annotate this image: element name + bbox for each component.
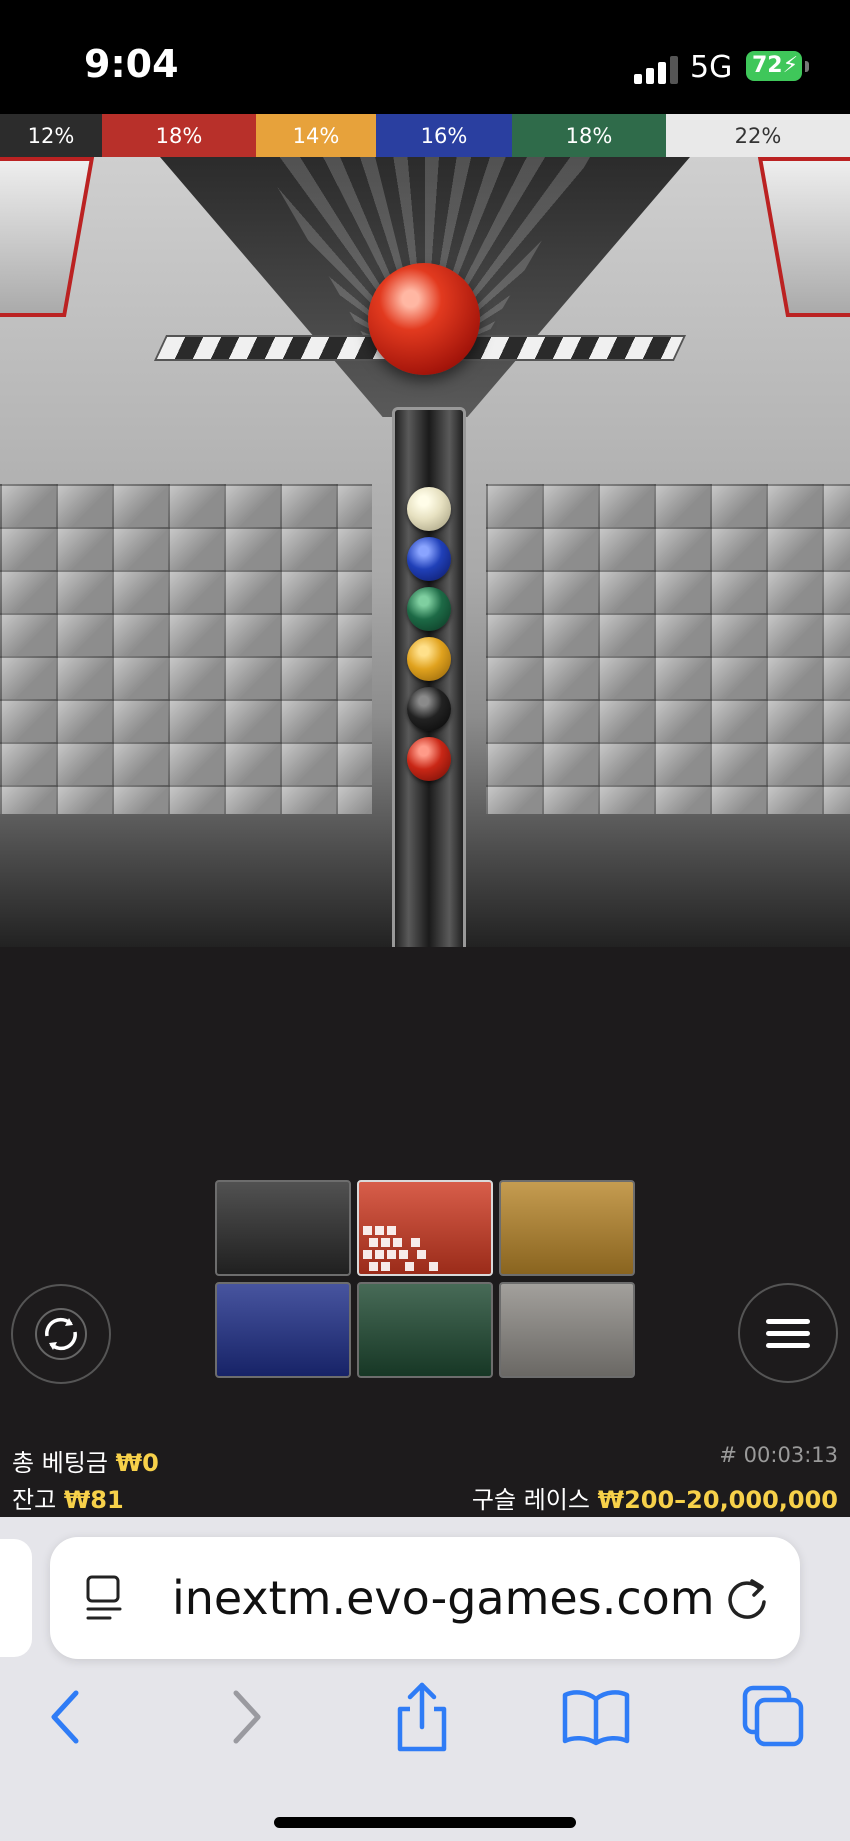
limits-value: ₩200–20,000,000	[597, 1486, 838, 1514]
round-id: # 00:03:13	[719, 1443, 838, 1467]
bet-black[interactable]	[215, 1180, 351, 1276]
table-limits: 구슬 레이스 ₩200–20,000,000	[472, 1480, 838, 1515]
game-panel: 총 베팅금 ₩0 잔고 ₩81 # 00:03:13 구슬 레이스 ₩200–2…	[0, 947, 850, 1517]
page-menu-icon[interactable]	[84, 1573, 128, 1623]
bet-red[interactable]	[357, 1180, 493, 1276]
live-video-stream	[0, 157, 850, 947]
battery-level: 72	[752, 53, 783, 78]
tabs-button[interactable]	[738, 1681, 810, 1753]
bet-yellow[interactable]	[499, 1180, 635, 1276]
cellular-signal-icon	[634, 54, 678, 84]
odds-cell: 14%	[256, 114, 376, 157]
bet-blue[interactable]	[215, 1282, 351, 1378]
forward-button[interactable]	[212, 1681, 284, 1753]
battery-tip	[805, 61, 809, 72]
url-text: inextm.evo-games.com	[172, 1571, 715, 1625]
red-ball	[407, 737, 451, 781]
book-icon	[562, 1690, 630, 1746]
share-icon	[397, 1682, 447, 1752]
total-bet-value: ₩0	[115, 1449, 159, 1477]
repeat-icon	[35, 1308, 87, 1360]
total-bet-label: 총 베팅금	[12, 1449, 108, 1477]
balance: 잔고 ₩81	[12, 1480, 124, 1515]
checkered-flag-icon	[363, 1226, 438, 1271]
bet-green[interactable]	[357, 1282, 493, 1378]
total-bet: 총 베팅금 ₩0	[12, 1443, 159, 1478]
network-type: 5G	[690, 50, 733, 85]
odds-cell: 22%	[666, 114, 850, 157]
chevron-left-icon	[51, 1690, 79, 1744]
tabs-icon	[742, 1685, 804, 1747]
bet-grid	[215, 1180, 635, 1380]
odds-cell: 16%	[376, 114, 512, 157]
repeat-bet-button[interactable]	[11, 1284, 111, 1384]
balance-value: ₩81	[63, 1486, 124, 1514]
status-bar: 9:04 5G 72⚡	[0, 0, 850, 114]
metal-tile-wall-left	[0, 484, 372, 814]
odds-strip: 12% 18% 14% 16% 18% 22%	[0, 114, 850, 157]
battery-icon: 72⚡	[746, 51, 802, 81]
odds-cell: 12%	[0, 114, 102, 157]
blue-ball	[407, 537, 451, 581]
hamburger-icon	[766, 1312, 810, 1355]
bet-white[interactable]	[499, 1282, 635, 1378]
black-ball	[407, 687, 451, 731]
yellow-ball	[407, 637, 451, 681]
reload-icon[interactable]	[722, 1573, 772, 1623]
chevron-right-icon	[233, 1690, 261, 1744]
metal-tile-wall-right	[486, 484, 850, 814]
balance-label: 잔고	[12, 1486, 57, 1514]
back-button[interactable]	[28, 1681, 100, 1753]
decor-frame-right	[757, 157, 850, 317]
menu-button[interactable]	[738, 1283, 838, 1383]
odds-cell: 18%	[512, 114, 666, 157]
odds-cell: 18%	[102, 114, 256, 157]
status-time: 9:04	[84, 42, 179, 86]
limits-label: 구슬 레이스	[471, 1486, 590, 1514]
green-ball	[407, 587, 451, 631]
browser-toolbar: inextm.evo-games.com	[0, 1517, 850, 1841]
share-button[interactable]	[386, 1681, 458, 1753]
bookmarks-button[interactable]	[560, 1681, 632, 1753]
home-indicator	[274, 1817, 576, 1828]
white-ball	[407, 487, 451, 531]
red-ball-big	[368, 263, 480, 375]
decor-frame-left	[0, 157, 95, 317]
previous-tab-edge[interactable]	[0, 1539, 32, 1657]
address-bar[interactable]: inextm.evo-games.com	[50, 1537, 800, 1659]
